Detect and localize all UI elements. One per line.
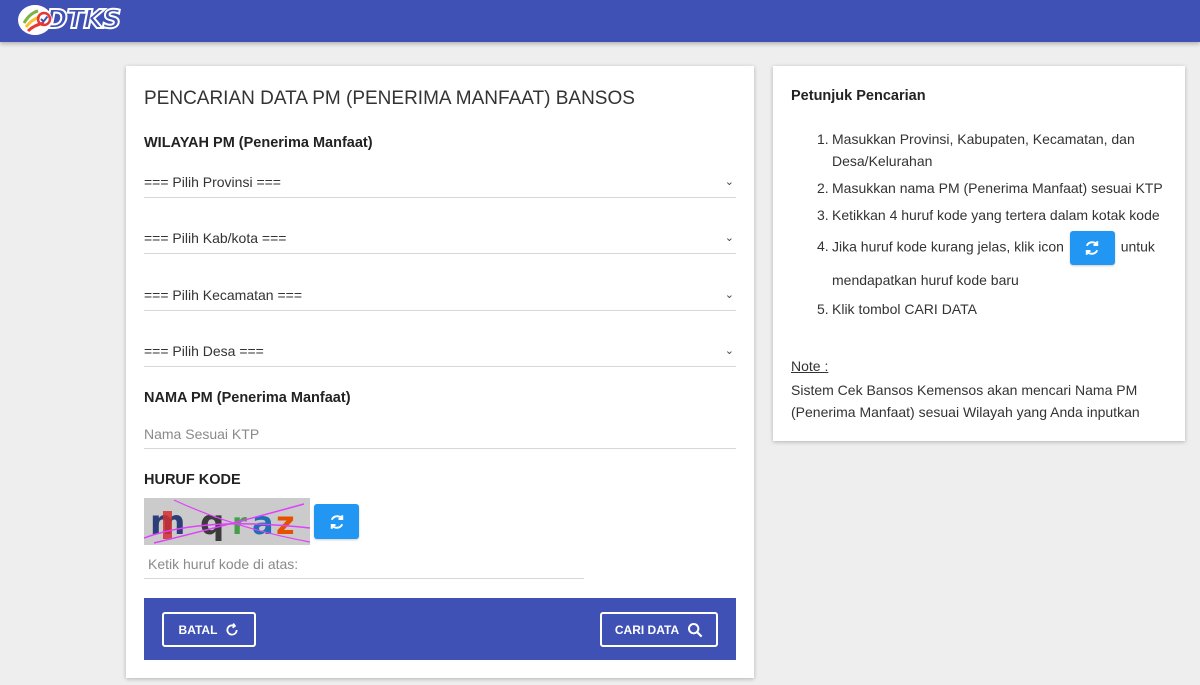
region-section-label: WILAYAH PM (Penerima Manfaat) [144,135,373,151]
province-select[interactable]: === Pilih Provinsi === ⌄ [144,166,736,198]
refresh-icon [330,514,343,529]
refresh-icon-example [1069,231,1115,265]
step-text: Ketikkan 4 huruf kode yang tertera dalam… [832,207,1160,223]
instructions-title: Petunjuk Pencarian [791,88,926,104]
chevron-down-icon: ⌄ [724,232,734,244]
step-text: Masukkan Provinsi, Kabupaten, Kecamatan,… [832,131,1135,169]
reset-icon [226,622,238,636]
name-input[interactable] [144,419,736,449]
province-select-value: === Pilih Provinsi === [144,173,281,190]
search-icon [688,622,703,637]
step-text-before: Jika huruf kode kurang jelas, klik icon [832,238,1064,255]
list-item: 5. Klik tombol CARI DATA [817,298,1167,320]
instructions-list: 1. Masukkan Provinsi, Kabupaten, Kecamat… [817,128,1167,325]
cancel-button-label: BATAL [178,622,218,637]
logo-text: DTKS [45,4,122,36]
list-item: 3. Ketikkan 4 huruf kode yang tertera da… [817,204,1167,226]
name-section-label: NAMA PM (Penerima Manfaat) [144,390,351,406]
step-text: Masukkan nama PM (Penerima Manfaat) sesu… [832,180,1163,196]
step-number: 3. [817,207,829,223]
search-button[interactable]: CARI DATA [600,612,718,647]
list-item: 2. Masukkan nama PM (Penerima Manfaat) s… [817,177,1167,199]
step-number: 4. [817,238,829,254]
step-number: 1. [817,131,829,147]
district-select-value: === Pilih Kecamatan === [144,286,302,303]
note-text: Sistem Cek Bansos Kemensos akan mencari … [791,382,1140,420]
code-section-label: HURUF KODE [144,472,241,488]
step-text: Klik tombol CARI DATA [832,301,977,317]
svg-text:q: q [200,503,224,543]
page-title: PENCARIAN DATA PM (PENERIMA MANFAAT) BAN… [144,88,635,109]
step-number: 2. [817,180,829,196]
dtks-logo[interactable]: DTKS [18,4,138,36]
regency-select[interactable]: === Pilih Kab/kota === ⌄ [144,222,736,254]
logo-emblem-icon [18,5,52,35]
step-text: Jika huruf kode kurang jelas, klik icon … [832,231,1167,295]
district-select[interactable]: === Pilih Kecamatan === ⌄ [144,279,736,311]
cancel-button[interactable]: BATAL [162,612,256,647]
instructions-card: Petunjuk Pencarian 1. Masukkan Provinsi,… [773,66,1185,441]
top-navbar: DTKS [0,0,1200,42]
regency-select-value: === Pilih Kab/kota === [144,229,287,246]
action-bar: BATAL CARI DATA [144,598,736,660]
chevron-down-icon: ⌄ [724,345,734,357]
search-card: PENCARIAN DATA PM (PENERIMA MANFAAT) BAN… [126,66,754,678]
village-select[interactable]: === Pilih Desa === ⌄ [144,335,736,367]
step-number: 5. [817,301,829,317]
search-button-label: CARI DATA [614,622,680,637]
refresh-captcha-button[interactable] [314,504,359,539]
refresh-icon [1086,241,1099,255]
chevron-down-icon: ⌄ [724,176,734,188]
note-label: Note : [791,358,829,374]
captcha-image: m q r a z [144,498,310,545]
svg-text:a: a [252,504,274,542]
chevron-down-icon: ⌄ [724,289,734,301]
list-item: 1. Masukkan Provinsi, Kabupaten, Kecamat… [817,128,1167,172]
captcha-input[interactable] [144,550,584,579]
list-item: 4. Jika huruf kode kurang jelas, klik ic… [817,231,1167,295]
village-select-value: === Pilih Desa === [144,342,264,359]
